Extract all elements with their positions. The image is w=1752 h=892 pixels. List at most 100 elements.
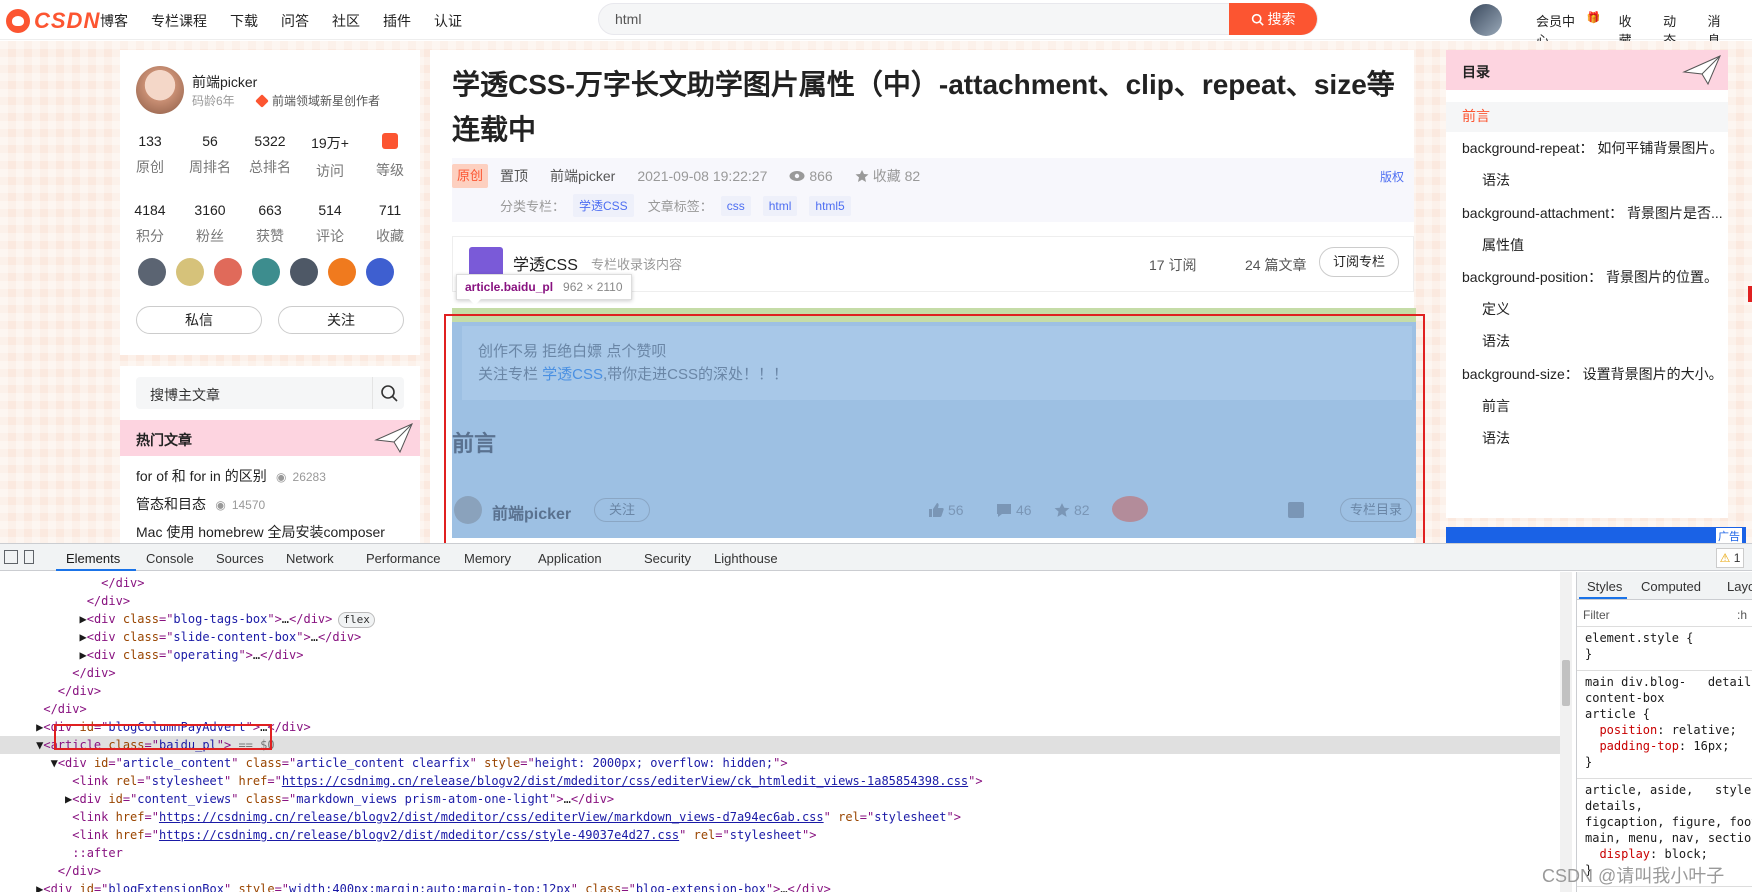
toc-item[interactable]: background-position： 背景图片的位置。 bbox=[1462, 267, 1724, 287]
search-button[interactable]: 搜索 bbox=[1229, 3, 1317, 35]
scrollbar-thumb[interactable] bbox=[1562, 660, 1570, 706]
badge-icon[interactable] bbox=[328, 258, 356, 286]
author-search-input[interactable]: 搜博主文章 bbox=[150, 385, 220, 405]
favorites-count[interactable]: 收藏 82 bbox=[855, 166, 920, 186]
dom-node-line[interactable]: ▶<div class="blog-tags-box">…</div> flex bbox=[0, 610, 1560, 628]
devtools-tab-sources[interactable]: Sources bbox=[216, 551, 264, 566]
badge-icon[interactable] bbox=[138, 258, 166, 286]
follow-button[interactable]: 关注 bbox=[278, 306, 404, 334]
toc-item[interactable]: 定义 bbox=[1482, 299, 1744, 319]
nav-item-3[interactable]: 问答 bbox=[281, 11, 309, 31]
badge-icon[interactable] bbox=[176, 258, 204, 286]
tab-layout[interactable]: Layout bbox=[1727, 579, 1752, 594]
flex-badge[interactable]: flex bbox=[338, 612, 375, 628]
dom-node-line[interactable]: </div> bbox=[0, 592, 1560, 610]
nav-item-4[interactable]: 社区 bbox=[332, 11, 360, 31]
nav-item-5[interactable]: 插件 bbox=[383, 11, 411, 31]
inspect-element-icon[interactable] bbox=[4, 550, 18, 564]
user-avatar[interactable] bbox=[1470, 4, 1502, 36]
dom-node-line[interactable]: </div> bbox=[0, 862, 1560, 880]
nav-item-0[interactable]: 博客 bbox=[100, 11, 128, 31]
code-token[interactable]: https://csdnimg.cn/release/blogv2/dist/m… bbox=[159, 810, 824, 824]
hot-article-item[interactable]: Mac 使用 homebrew 全局安装composer bbox=[136, 522, 385, 542]
tab-computed[interactable]: Computed bbox=[1641, 579, 1701, 594]
devtools-tab-network[interactable]: Network bbox=[286, 551, 334, 566]
search-bar[interactable]: html 搜索 bbox=[598, 3, 1318, 35]
article-tag[interactable]: html bbox=[762, 195, 798, 216]
search-input[interactable]: html bbox=[615, 11, 641, 27]
dom-node-line[interactable]: <link href="https://csdnimg.cn/release/b… bbox=[0, 808, 1560, 826]
author-avatar[interactable] bbox=[136, 66, 184, 114]
message-button[interactable]: 私信 bbox=[136, 306, 262, 334]
expand-toggle-icon[interactable]: ▼ bbox=[51, 756, 58, 770]
devtools-tab-memory[interactable]: Memory bbox=[464, 551, 511, 566]
article-tag[interactable]: html5 bbox=[809, 195, 851, 216]
css-value[interactable]: : relative; bbox=[1657, 723, 1736, 737]
search-icon[interactable] bbox=[372, 377, 404, 409]
dom-node-line[interactable]: </div> bbox=[0, 682, 1560, 700]
css-value[interactable]: : block; bbox=[1650, 847, 1708, 861]
toc-item[interactable]: 语法 bbox=[1482, 428, 1744, 448]
csdn-logo[interactable]: CSDN bbox=[6, 8, 100, 34]
nav-item-1[interactable]: 专栏课程 bbox=[151, 11, 207, 31]
hot-article-title[interactable]: for of 和 for in 的区别 bbox=[136, 468, 267, 484]
dom-node-line[interactable]: <link href="https://csdnimg.cn/release/b… bbox=[0, 826, 1560, 844]
css-property[interactable]: padding-top bbox=[1585, 739, 1678, 753]
css-value[interactable]: : 16px; bbox=[1679, 739, 1730, 753]
device-toolbar-icon[interactable] bbox=[24, 550, 34, 564]
dom-node-line[interactable]: <link rel="stylesheet" href="https://csd… bbox=[0, 772, 1560, 790]
tab-styles[interactable]: Styles bbox=[1587, 579, 1622, 594]
devtools-tab-lighthouse[interactable]: Lighthouse bbox=[714, 551, 778, 566]
css-property[interactable]: display bbox=[1585, 847, 1650, 861]
hover-state-toggle[interactable]: :h bbox=[1737, 608, 1747, 622]
author-name[interactable]: 前端picker bbox=[192, 72, 257, 92]
code-token[interactable]: https://csdnimg.cn/release/blogv2/dist/m… bbox=[159, 828, 679, 842]
ad-label[interactable]: 广告 bbox=[1716, 528, 1742, 544]
badge-icon[interactable] bbox=[214, 258, 242, 286]
devtools-tab-application[interactable]: Application bbox=[538, 551, 602, 566]
copyright-link[interactable]: 版权 bbox=[1380, 168, 1404, 185]
column-name[interactable]: 学透CSS bbox=[513, 251, 578, 275]
author-search-box[interactable]: 搜博主文章 bbox=[136, 377, 404, 409]
devtools-tab-console[interactable]: Console bbox=[146, 551, 194, 566]
ad-banner[interactable]: 广告 bbox=[1446, 527, 1746, 544]
badge-icon[interactable] bbox=[252, 258, 280, 286]
nav-item-6[interactable]: 认证 bbox=[434, 11, 462, 31]
toc-item[interactable]: 前言 bbox=[1462, 106, 1724, 126]
dom-node-line[interactable]: </div> bbox=[0, 664, 1560, 682]
styles-filter-input[interactable]: Filter bbox=[1583, 608, 1610, 622]
dom-node-line[interactable]: ▶<div class="operating">…</div> bbox=[0, 646, 1560, 664]
toc-item[interactable]: background-repeat： 如何平铺背景图片。 bbox=[1462, 138, 1724, 158]
devtools-tab-performance[interactable]: Performance bbox=[366, 551, 440, 566]
expand-toggle-icon[interactable]: ▶ bbox=[79, 612, 86, 626]
toc-item[interactable]: background-size： 设置背景图片的大小。 bbox=[1462, 364, 1724, 384]
nav-item-2[interactable]: 下载 bbox=[230, 11, 258, 31]
warning-counter[interactable]: ⚠ 1 bbox=[1716, 548, 1744, 568]
devtools-tab-security[interactable]: Security bbox=[644, 551, 691, 566]
expand-toggle-icon[interactable]: ▶ bbox=[79, 648, 86, 662]
toc-item[interactable]: 属性值 bbox=[1482, 235, 1744, 255]
dom-node-line[interactable]: </div> bbox=[0, 700, 1560, 718]
toc-item[interactable]: background-attachment： 背景图片是否... bbox=[1462, 203, 1724, 223]
dom-node-line[interactable]: </div> bbox=[0, 574, 1560, 592]
hot-article-item[interactable]: for of 和 for in 的区别 ◉ 26283 bbox=[136, 466, 326, 486]
hot-article-title[interactable]: Mac 使用 homebrew 全局安装composer bbox=[136, 524, 385, 540]
elements-scrollbar[interactable] bbox=[1560, 572, 1572, 892]
toc-item[interactable]: 前言 bbox=[1482, 396, 1744, 416]
toc-item[interactable]: 语法 bbox=[1482, 331, 1744, 351]
dom-node-line[interactable]: ▶<div id="blogExtensionBox" style="width… bbox=[0, 880, 1560, 892]
devtools-tab-elements[interactable]: Elements bbox=[66, 551, 120, 566]
badge-icon[interactable] bbox=[366, 258, 394, 286]
subscribe-column-button[interactable]: 订阅专栏 bbox=[1319, 247, 1399, 277]
hot-article-item[interactable]: 管态和目态 ◉ 14570 bbox=[136, 494, 265, 514]
article-author[interactable]: 前端picker bbox=[550, 166, 615, 186]
dom-node-line[interactable]: ▶<div id="content_views" class="markdown… bbox=[0, 790, 1560, 808]
toc-item[interactable]: 语法 bbox=[1482, 170, 1744, 190]
code-token[interactable]: https://csdnimg.cn/release/blogv2/dist/m… bbox=[282, 774, 968, 788]
article-tag[interactable]: css bbox=[720, 195, 751, 216]
badge-icon[interactable] bbox=[290, 258, 318, 286]
dom-node-line[interactable]: ▶<div class="slide-content-box">…</div> bbox=[0, 628, 1560, 646]
expand-toggle-icon[interactable]: ▶ bbox=[79, 630, 86, 644]
css-property[interactable]: position bbox=[1585, 723, 1657, 737]
dom-node-line[interactable]: ::after bbox=[0, 844, 1560, 862]
